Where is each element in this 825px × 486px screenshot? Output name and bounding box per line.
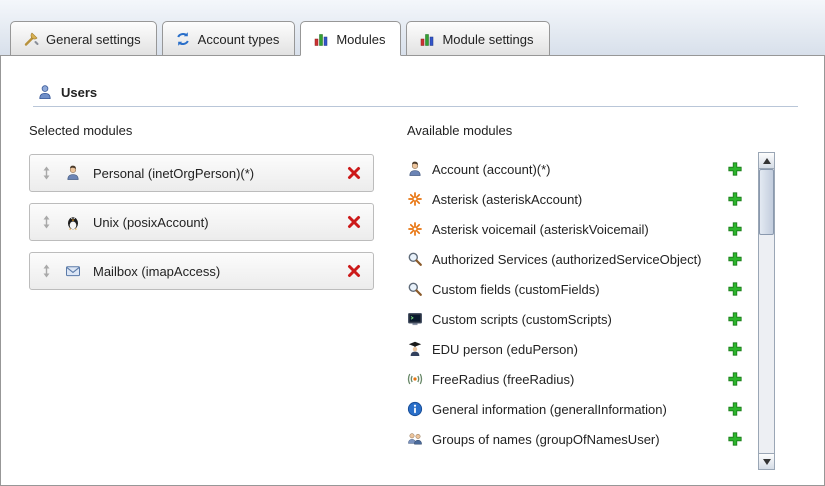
tab-general-settings[interactable]: General settings <box>10 21 157 56</box>
group-icon <box>407 431 423 447</box>
add-icon[interactable] <box>727 251 743 267</box>
selected-module-row-personal: Personal (inetOrgPerson)(*) <box>29 154 374 192</box>
available-module-row-custom-fields: Custom fields (customFields) <box>407 274 755 304</box>
scrollbar[interactable] <box>758 152 775 470</box>
tab-module-settings[interactable]: Module settings <box>406 21 549 56</box>
tools-icon <box>23 31 39 47</box>
magnifier-icon <box>407 281 423 297</box>
envelope-icon <box>65 263 81 279</box>
available-module-label: Custom scripts (customScripts) <box>432 312 727 327</box>
available-module-label: Custom fields (customFields) <box>432 282 727 297</box>
info-icon <box>407 401 423 417</box>
available-module-label: FreeRadius (freeRadius) <box>432 372 727 387</box>
available-module-label: Asterisk voicemail (asteriskVoicemail) <box>432 222 727 237</box>
section-divider <box>33 106 798 107</box>
person-icon <box>407 161 423 177</box>
scroll-down-button[interactable] <box>759 453 774 469</box>
tab-account-types[interactable]: Account types <box>162 21 296 56</box>
add-icon[interactable] <box>727 161 743 177</box>
add-icon[interactable] <box>727 371 743 387</box>
asterisk-icon <box>407 191 423 207</box>
add-icon[interactable] <box>727 281 743 297</box>
available-module-row-asterisk: Asterisk (asteriskAccount) <box>407 184 755 214</box>
add-icon[interactable] <box>727 431 743 447</box>
selected-module-row-mailbox: Mailbox (imapAccess) <box>29 252 374 290</box>
drag-handle-icon[interactable] <box>41 263 53 279</box>
section-heading: Users <box>37 84 804 100</box>
add-icon[interactable] <box>727 401 743 417</box>
scrollbar-thumb[interactable] <box>759 169 774 235</box>
bar-chart-icon <box>313 31 329 47</box>
available-module-row-freeradius: FreeRadius (freeRadius) <box>407 364 755 394</box>
tab-bar: General settings Account types Modules <box>0 0 825 55</box>
tab-label: Module settings <box>442 32 533 47</box>
tab-label: Modules <box>336 32 385 47</box>
available-modules-heading: Available modules <box>407 123 755 138</box>
selected-module-row-unix: Unix (posixAccount) <box>29 203 374 241</box>
delete-icon[interactable] <box>346 214 362 230</box>
selected-modules-panel: Selected modules Personal <box>29 123 379 454</box>
scrollbar-track[interactable] <box>759 169 774 453</box>
tab-label: General settings <box>46 32 141 47</box>
available-module-row-account: Account (account)(*) <box>407 154 755 184</box>
drag-handle-icon[interactable] <box>41 165 53 181</box>
available-module-label: Account (account)(*) <box>432 162 727 177</box>
delete-icon[interactable] <box>346 263 362 279</box>
radio-waves-icon <box>407 371 423 387</box>
add-icon[interactable] <box>727 311 743 327</box>
terminal-icon <box>407 311 423 327</box>
available-module-row-groups-of-names: Groups of names (groupOfNamesUser) <box>407 424 755 454</box>
selected-module-label: Personal (inetOrgPerson)(*) <box>93 166 346 181</box>
add-icon[interactable] <box>727 191 743 207</box>
selected-module-label: Mailbox (imapAccess) <box>93 264 346 279</box>
magnifier-icon <box>407 251 423 267</box>
available-module-label: Authorized Services (authorizedServiceOb… <box>432 252 727 267</box>
available-module-row-authorized-services: Authorized Services (authorizedServiceOb… <box>407 244 755 274</box>
available-modules-panel: Available modules Account (account)(*) <box>407 123 755 454</box>
available-module-row-general-information: General information (generalInformation) <box>407 394 755 424</box>
available-module-label: Groups of names (groupOfNamesUser) <box>432 432 727 447</box>
tab-label: Account types <box>198 32 280 47</box>
bar-chart-icon <box>419 31 435 47</box>
available-module-label: General information (generalInformation) <box>432 402 727 417</box>
delete-icon[interactable] <box>346 165 362 181</box>
graduate-icon <box>407 341 423 357</box>
available-module-label: Asterisk (asteriskAccount) <box>432 192 727 207</box>
penguin-icon <box>65 214 81 230</box>
available-module-row-custom-scripts: Custom scripts (customScripts) <box>407 304 755 334</box>
drag-handle-icon[interactable] <box>41 214 53 230</box>
add-icon[interactable] <box>727 221 743 237</box>
add-icon[interactable] <box>727 341 743 357</box>
available-module-label: EDU person (eduPerson) <box>432 342 727 357</box>
user-icon <box>37 84 53 100</box>
arrow-up-icon <box>763 158 771 164</box>
asterisk-icon <box>407 221 423 237</box>
scroll-up-button[interactable] <box>759 153 774 169</box>
available-module-row-edu-person: EDU person (eduPerson) <box>407 334 755 364</box>
available-module-row-asterisk-voicemail: Asterisk voicemail (asteriskVoicemail) <box>407 214 755 244</box>
selected-module-label: Unix (posixAccount) <box>93 215 346 230</box>
page-title: Users <box>61 85 97 100</box>
person-icon <box>65 165 81 181</box>
selected-modules-heading: Selected modules <box>29 123 379 138</box>
refresh-icon <box>175 31 191 47</box>
modules-panel: Users Selected modules <box>0 55 825 486</box>
tab-modules[interactable]: Modules <box>300 21 401 56</box>
arrow-down-icon <box>763 459 771 465</box>
